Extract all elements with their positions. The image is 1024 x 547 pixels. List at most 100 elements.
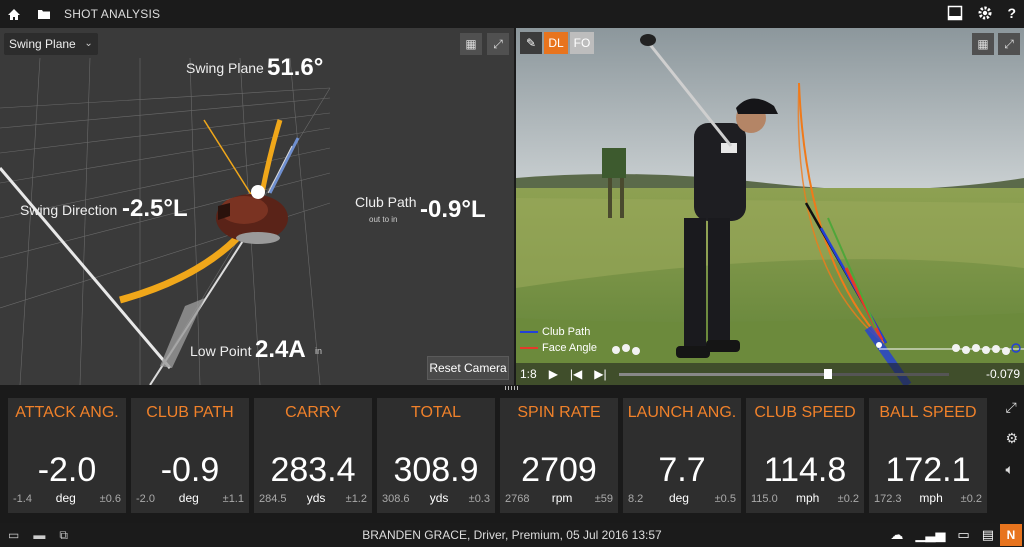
- view-select[interactable]: Swing Plane ⌄: [4, 33, 98, 55]
- timeline-progress: [618, 372, 829, 376]
- stat-title: ATTACK ANG.: [15, 404, 119, 421]
- stat-unit: deg: [668, 491, 689, 505]
- club-path-value: -0.9°L: [420, 196, 486, 223]
- stat-unit: mph: [919, 491, 943, 505]
- stat-value: 114.8: [763, 451, 847, 489]
- stat-tile[interactable]: CLUB PATH -0.9 -2.0 deg ±1.1: [131, 398, 249, 513]
- stats-side-toolbar: ⤢ ⚙ 🔈︎: [1005, 399, 1018, 478]
- stat-title: TOTAL: [410, 404, 462, 421]
- step-back-icon[interactable]: |◀: [570, 367, 582, 381]
- stat-tile[interactable]: SPIN RATE 2709 2768 rpm ±59: [500, 398, 618, 513]
- expand-icon: ⤢: [493, 36, 503, 51]
- playback-bar[interactable]: 1:8 ▶ |◀ ▶| -0.079: [516, 363, 1024, 385]
- low-point-unit: in: [315, 346, 323, 356]
- stat-tile[interactable]: TOTAL 308.9 308.6 yds ±0.3: [377, 398, 495, 513]
- video-view[interactable]: ✎ DL FO ▦ ⤢ Club Path Face Angle 1:8 ▶ |…: [516, 28, 1024, 385]
- stat-tile[interactable]: LAUNCH ANG. 7.7 8.2 deg ±0.5: [623, 398, 741, 513]
- chart-icon[interactable]: ▁▃▅: [915, 527, 945, 543]
- stat-value: 283.4: [270, 451, 356, 489]
- stat-tile[interactable]: CARRY 283.4 284.5 yds ±1.2: [254, 398, 372, 513]
- stat-title: SPIN RATE: [517, 404, 601, 421]
- draw-tool-button[interactable]: ✎: [520, 32, 542, 54]
- timeline-handle[interactable]: [823, 368, 832, 379]
- fo-toggle[interactable]: FO: [570, 32, 594, 54]
- legend-face-angle: Face Angle: [520, 342, 597, 354]
- stat-min: -1.4: [13, 493, 32, 505]
- action-icons: ☁ ▁▃▅ ▭ ▤: [890, 527, 994, 543]
- page-title: SHOT ANALYSIS: [64, 7, 161, 21]
- n-button[interactable]: N: [1000, 524, 1022, 546]
- stats-panel: ATTACK ANG. -2.0 -1.4 deg ±0.6 CLUB PATH…: [0, 391, 1024, 519]
- stat-value: -0.9: [160, 451, 220, 489]
- stat-min: -2.0: [136, 493, 155, 505]
- stat-unit: rpm: [551, 491, 573, 505]
- club-path-label: Club Path: [355, 194, 417, 210]
- legend-label: Club Path: [542, 326, 591, 338]
- video-grid-layout-button[interactable]: ▦: [972, 33, 994, 55]
- swing-plane-label: Swing Plane: [186, 60, 264, 76]
- stat-value: 7.7: [658, 451, 706, 489]
- stat-value: -2.0: [37, 451, 97, 489]
- stat-footer: -1.4 deg ±0.6: [13, 491, 121, 505]
- chevron-down-icon: ⌄: [84, 38, 93, 49]
- stat-min: 284.5: [259, 493, 287, 505]
- stat-min: 172.3: [874, 493, 902, 505]
- playback-speed[interactable]: 1:8: [520, 367, 537, 381]
- shot-info: BRANDEN GRACE, Driver, Premium, 05 Jul 2…: [362, 528, 662, 542]
- fullscreen-button[interactable]: ⤢: [487, 33, 509, 55]
- stat-min: 308.6: [382, 493, 410, 505]
- stat-title: CLUB PATH: [146, 404, 234, 421]
- folder-icon[interactable]: [36, 6, 52, 22]
- report-icon[interactable]: ▤: [982, 527, 994, 543]
- stat-value: 172.1: [885, 451, 971, 489]
- grid-icon: ▦: [977, 37, 989, 51]
- stat-dev: ±1.1: [222, 493, 244, 505]
- view-select-value: Swing Plane: [9, 37, 76, 51]
- stat-footer: -2.0 deg ±1.1: [136, 491, 244, 505]
- video-frame: [516, 28, 1024, 385]
- stat-footer: 284.5 yds ±1.2: [259, 491, 367, 505]
- stat-tile[interactable]: ATTACK ANG. -2.0 -1.4 deg ±0.6: [8, 398, 126, 513]
- help-icon[interactable]: ?: [1007, 5, 1016, 26]
- expand-icon: ⤢: [1004, 36, 1014, 51]
- pencil-icon: ✎: [525, 36, 537, 50]
- reset-camera-button[interactable]: Reset Camera: [427, 356, 509, 380]
- legend-label: Face Angle: [542, 342, 598, 354]
- stat-value: 308.9: [393, 451, 479, 489]
- stat-dev: ±59: [594, 493, 613, 505]
- swing-3d-view[interactable]: Swing Plane ⌄ ▦ ⤢ Swing Plane 51.6° Swin…: [0, 28, 514, 385]
- stat-value: 2709: [521, 451, 597, 489]
- expand-icon[interactable]: ⤢: [1005, 399, 1018, 416]
- speaker-icon[interactable]: 🔈︎: [1005, 461, 1018, 478]
- grid-layout-button[interactable]: ▦: [460, 33, 482, 55]
- low-point-label: Low Point: [190, 343, 252, 359]
- club-path-sublabel: out to in: [369, 215, 398, 224]
- play-icon[interactable]: ▶: [549, 367, 558, 381]
- timeline-slider[interactable]: [618, 368, 949, 379]
- stat-tile[interactable]: BALL SPEED 172.1 172.3 mph ±0.2: [869, 398, 987, 513]
- swing-direction-label: Swing Direction: [20, 202, 118, 218]
- gear-icon[interactable]: [977, 5, 993, 26]
- stat-tile[interactable]: CLUB SPEED 114.8 115.0 mph ±0.2: [746, 398, 864, 513]
- legend-swatch: [520, 347, 538, 349]
- stat-title: LAUNCH ANG.: [627, 404, 737, 421]
- splitter-handle[interactable]: [505, 386, 519, 390]
- stat-dev: ±0.5: [714, 493, 736, 505]
- home-icon[interactable]: [6, 6, 22, 22]
- legend-club-path: Club Path: [520, 326, 590, 338]
- stat-unit: deg: [55, 491, 76, 505]
- video-fullscreen-button[interactable]: ⤢: [998, 33, 1020, 55]
- cloud-upload-icon[interactable]: ☁: [890, 527, 903, 543]
- dl-toggle[interactable]: DL: [544, 32, 568, 54]
- stat-dev: ±0.6: [99, 493, 121, 505]
- stat-title: CLUB SPEED: [754, 404, 856, 421]
- stat-footer: 8.2 deg ±0.5: [628, 491, 736, 505]
- comment-icon[interactable]: ▭: [957, 527, 969, 543]
- playback-time: -0.079: [985, 367, 1020, 381]
- low-point-value: 2.4A: [255, 336, 306, 363]
- panel-toggle-icon[interactable]: [947, 5, 963, 26]
- gear-icon[interactable]: ⚙: [1005, 430, 1018, 447]
- stat-dev: ±0.3: [468, 493, 490, 505]
- stat-footer: 2768 rpm ±59: [505, 491, 613, 505]
- step-forward-icon[interactable]: ▶|: [594, 367, 606, 381]
